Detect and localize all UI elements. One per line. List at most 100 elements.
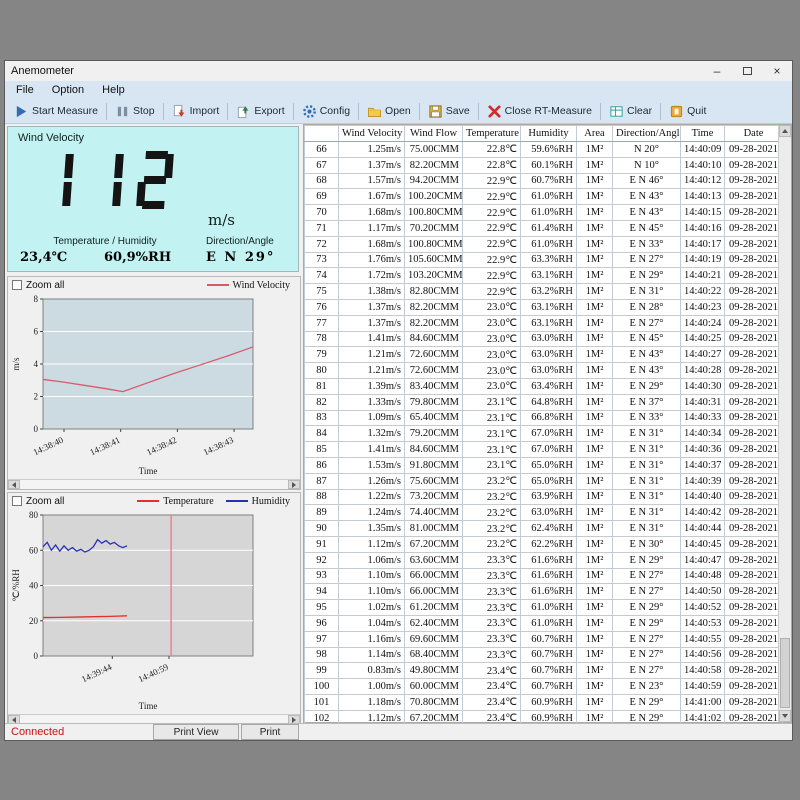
table-cell: 1M²: [577, 299, 613, 315]
table-cell: 09-28-2021: [725, 268, 783, 284]
table-row[interactable]: 851.41m/s84.60CMM23.1℃67.0%RH1M²E N 31°1…: [305, 442, 783, 458]
scroll-left-icon[interactable]: [8, 480, 20, 489]
table-cell: 23.0℃: [463, 378, 521, 394]
table-row[interactable]: 671.37m/s82.20CMM22.8℃60.1%RH1M²N 10°14:…: [305, 157, 783, 173]
table-cell: 1M²: [577, 505, 613, 521]
table-row[interactable]: 971.16m/s69.60CMM23.3℃60.7%RH1M²E N 27°1…: [305, 631, 783, 647]
table-cell: 74.40CMM: [405, 505, 463, 521]
table-row[interactable]: 731.76m/s105.60CMM22.9℃63.3%RH1M²E N 27°…: [305, 252, 783, 268]
table-cell: 09-28-2021: [725, 284, 783, 300]
table-cell: E N 27°: [613, 315, 681, 331]
zoom-all-checkbox-1[interactable]: Zoom all: [12, 280, 64, 291]
table-row[interactable]: 761.37m/s82.20CMM23.0℃63.1%RH1M²E N 28°1…: [305, 299, 783, 315]
toolbar-save[interactable]: Save: [423, 102, 475, 121]
minimize-button[interactable]: –: [702, 61, 732, 81]
table-cell: 23.0℃: [463, 347, 521, 363]
scroll-right-icon[interactable]: [288, 480, 300, 489]
table-cell: 73.20CMM: [405, 489, 463, 505]
maximize-button[interactable]: [732, 61, 762, 81]
close-button[interactable]: ×: [762, 61, 792, 81]
table-row[interactable]: 990.83m/s49.80CMM23.4℃60.7%RH1M²E N 27°1…: [305, 663, 783, 679]
table-cell: 1M²: [577, 252, 613, 268]
table-cell: 09-28-2021: [725, 536, 783, 552]
table-cell: 65.40CMM: [405, 410, 463, 426]
table-vertical-scrollbar[interactable]: [778, 125, 791, 722]
table-row[interactable]: 881.22m/s73.20CMM23.2℃63.9%RH1M²E N 31°1…: [305, 489, 783, 505]
zoom-all-checkbox-2[interactable]: Zoom all: [12, 496, 64, 507]
table-cell: 72.60CMM: [405, 347, 463, 363]
table-row[interactable]: 931.10m/s66.00CMM23.3℃61.6%RH1M²E N 27°1…: [305, 568, 783, 584]
table-row[interactable]: 981.14m/s68.40CMM23.3℃60.7%RH1M²E N 27°1…: [305, 647, 783, 663]
table-row[interactable]: 891.24m/s74.40CMM23.2℃63.0%RH1M²E N 31°1…: [305, 505, 783, 521]
table-row[interactable]: 861.53m/s91.80CMM23.1℃65.0%RH1M²E N 31°1…: [305, 457, 783, 473]
print-button[interactable]: Print: [241, 724, 299, 740]
toolbar-config[interactable]: Config: [297, 102, 355, 121]
table-row[interactable]: 941.10m/s66.00CMM23.3℃61.6%RH1M²E N 27°1…: [305, 584, 783, 600]
toolbar-start-measure[interactable]: Start Measure: [9, 102, 103, 121]
wind-velocity-chart[interactable]: 0246814:38:4014:38:4114:38:4214:38:43m/s…: [9, 293, 299, 479]
table-cell: 23.3℃: [463, 584, 521, 600]
toolbar-label: Stop: [133, 105, 155, 117]
table-row[interactable]: 871.26m/s75.60CMM23.2℃65.0%RH1M²E N 31°1…: [305, 473, 783, 489]
table-row[interactable]: 711.17m/s70.20CMM22.9℃61.4%RH1M²E N 45°1…: [305, 220, 783, 236]
table-row[interactable]: 801.21m/s72.60CMM23.0℃63.0%RH1M²E N 43°1…: [305, 363, 783, 379]
table-cell: 86: [305, 457, 339, 473]
scroll-thumb[interactable]: [780, 638, 790, 708]
table-row[interactable]: 961.04m/s62.40CMM23.3℃61.0%RH1M²E N 29°1…: [305, 615, 783, 631]
table-row[interactable]: 681.57m/s94.20CMM22.9℃60.7%RH1M²E N 46°1…: [305, 173, 783, 189]
table-row[interactable]: 821.33m/s79.80CMM23.1℃64.8%RH1M²E N 37°1…: [305, 394, 783, 410]
print-view-button[interactable]: Print View: [153, 724, 239, 740]
toolbar-stop[interactable]: Stop: [110, 102, 160, 121]
toolbar-quit[interactable]: Quit: [664, 102, 711, 121]
table-cell: 09-28-2021: [725, 347, 783, 363]
table-cell: 49.80CMM: [405, 663, 463, 679]
table-cell: 78: [305, 331, 339, 347]
table-cell: 1M²: [577, 284, 613, 300]
toolbar-export[interactable]: Export: [231, 102, 289, 121]
table-cell: 14:40:09: [681, 142, 725, 158]
table-cell: 69.60CMM: [405, 631, 463, 647]
svg-text:14:38:40: 14:38:40: [32, 435, 66, 458]
chart1-scrollbar[interactable]: [8, 479, 300, 489]
table-row[interactable]: 791.21m/s72.60CMM23.0℃63.0%RH1M²E N 43°1…: [305, 347, 783, 363]
table-row[interactable]: 911.12m/s67.20CMM23.2℃62.2%RH1M²E N 30°1…: [305, 536, 783, 552]
table-row[interactable]: 811.39m/s83.40CMM23.0℃63.4%RH1M²E N 29°1…: [305, 378, 783, 394]
table-cell: 91: [305, 536, 339, 552]
table-row[interactable]: 741.72m/s103.20CMM22.9℃63.1%RH1M²E N 29°…: [305, 268, 783, 284]
table-row[interactable]: 751.38m/s82.80CMM22.9℃63.2%RH1M²E N 31°1…: [305, 284, 783, 300]
table-cell: 1.68m/s: [339, 236, 405, 252]
table-row[interactable]: 721.68m/s100.80CMM22.9℃61.0%RH1M²E N 33°…: [305, 236, 783, 252]
menu-help[interactable]: Help: [93, 83, 134, 97]
scroll-track[interactable]: [20, 480, 288, 489]
table-row[interactable]: 691.67m/s100.20CMM22.9℃61.0%RH1M²E N 43°…: [305, 189, 783, 205]
table-row[interactable]: 701.68m/s100.80CMM22.9℃61.0%RH1M²E N 43°…: [305, 205, 783, 221]
table-cell: 1.25m/s: [339, 142, 405, 158]
table-row[interactable]: 771.37m/s82.20CMM23.0℃63.1%RH1M²E N 27°1…: [305, 315, 783, 331]
table-row[interactable]: 901.35m/s81.00CMM23.2℃62.4%RH1M²E N 31°1…: [305, 521, 783, 537]
temp-humidity-chart[interactable]: 02040608014:39:4414:40:59℃/%RHTime: [9, 509, 299, 714]
table-row[interactable]: 661.25m/s75.00CMM22.8℃59.6%RH1M²N 20°14:…: [305, 142, 783, 158]
table-cell: E N 45°: [613, 220, 681, 236]
table-cell: 61.0%RH: [521, 205, 577, 221]
table-row[interactable]: 831.09m/s65.40CMM23.1℃66.8%RH1M²E N 33°1…: [305, 410, 783, 426]
menu-file[interactable]: File: [7, 83, 43, 97]
toolbar-open[interactable]: Open: [362, 102, 416, 121]
table-row[interactable]: 951.02m/s61.20CMM23.3℃61.0%RH1M²E N 29°1…: [305, 600, 783, 616]
table-row[interactable]: 1001.00m/s60.00CMM23.4℃60.7%RH1M²E N 23°…: [305, 679, 783, 695]
toolbar-clear[interactable]: Clear: [604, 102, 657, 121]
lcd-unit: m/s: [208, 211, 235, 229]
table-row[interactable]: 921.06m/s63.60CMM23.3℃61.6%RH1M²E N 29°1…: [305, 552, 783, 568]
toolbar-close-rt-measure[interactable]: Close RT-Measure: [482, 102, 597, 121]
menu-option[interactable]: Option: [43, 83, 93, 97]
toolbar-import[interactable]: Import: [167, 102, 225, 121]
table-cell: 92: [305, 552, 339, 568]
scroll-up-icon[interactable]: [779, 125, 791, 137]
table-row[interactable]: 1011.18m/s70.80CMM23.4℃60.9%RH1M²E N 29°…: [305, 694, 783, 710]
table-cell: 22.8℃: [463, 157, 521, 173]
table-cell: E N 43°: [613, 363, 681, 379]
table-row[interactable]: 781.41m/s84.60CMM23.0℃63.0%RH1M²E N 45°1…: [305, 331, 783, 347]
scroll-down-icon[interactable]: [779, 710, 791, 722]
table-row[interactable]: 841.32m/s79.20CMM23.1℃67.0%RH1M²E N 31°1…: [305, 426, 783, 442]
table-cell: 1M²: [577, 315, 613, 331]
table-cell: 1.33m/s: [339, 394, 405, 410]
